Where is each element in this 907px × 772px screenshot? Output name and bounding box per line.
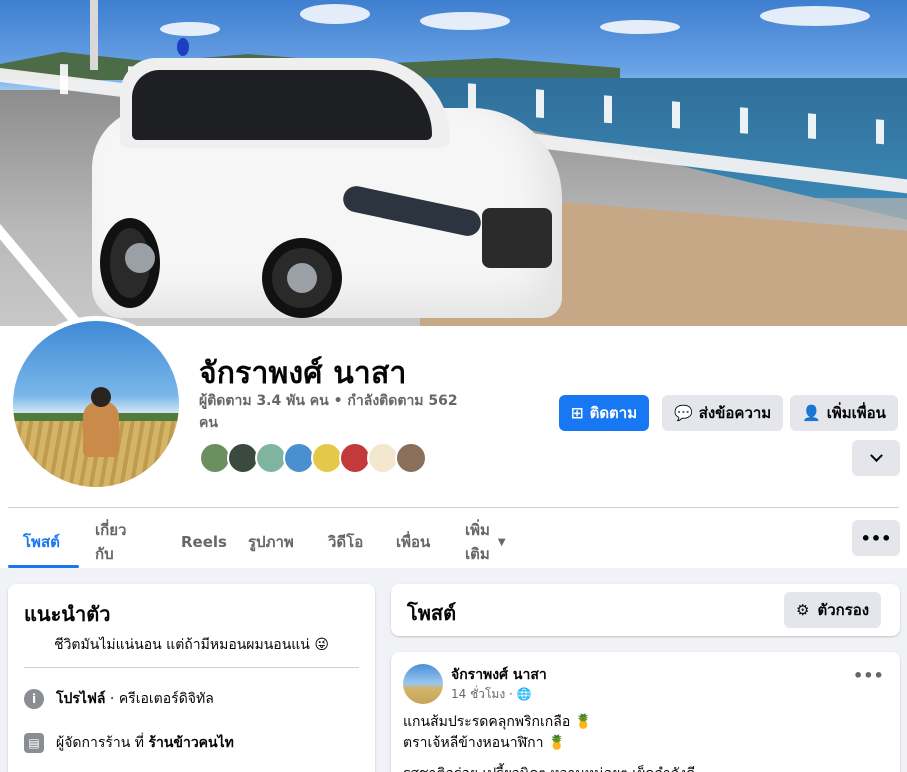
tab-friends[interactable]: เพื่อน [396,516,430,568]
messenger-icon: 💬 [674,404,693,422]
tab-videos[interactable]: วิดีโอ [328,516,363,568]
tab-photos[interactable]: รูปภาพ [248,516,294,568]
post-text: แกนส้มประรดคลุกพริกเกลือ 🍍 ตราเจ้หลีข้าง… [403,712,888,772]
more-options-button[interactable]: ••• [852,520,900,556]
header-divider [8,507,899,508]
add-friend-icon: 👤 [802,404,821,422]
post-line: ตราเจ้หลีข้างหอนาฬิกา 🍍 [403,735,566,751]
filter-button[interactable]: ⚙ ตัวกรอง [784,592,882,628]
post-meta: 14 ชั่วโมง · 🌐 [451,687,532,701]
post-card: จักราพงศ์ นาสา 14 ชั่วโมง · 🌐 ••• แกนส้ม… [391,652,900,772]
active-tab-indicator [8,565,79,568]
ellipsis-icon: ••• [860,528,892,548]
sliders-icon: ⚙ [796,601,810,619]
posts-header-card: โพสต์ ⚙ ตัวกรอง [391,584,900,636]
post-line: แกนส้มประรดคลุกพริกเกลือ 🍍 [403,714,593,730]
friend-avatar[interactable] [395,442,427,474]
follow-button[interactable]: ⊞ ติดตาม [559,395,650,431]
post-time[interactable]: 14 ชั่วโมง [451,687,505,701]
ellipsis-icon: ••• [853,666,884,685]
globe-icon: 🌐 [516,687,532,701]
info-icon: i [24,689,44,709]
profile-stats[interactable]: ผู้ติดตาม 3.4 พัน คน • กำลังติดตาม 562 ค… [199,390,479,434]
cover-photo[interactable] [0,0,907,326]
post-author-avatar[interactable] [403,664,443,704]
follow-label: ติดตาม [589,404,638,422]
expand-button[interactable] [852,440,900,476]
post-line: รสชาติอร่อย เปรี้ยวนิดๆ หวานหน่อยๆ เผ็ดก… [403,764,888,772]
add-friend-button[interactable]: 👤 เพิ่มเพื่อน [790,395,898,431]
tab-more[interactable]: เพิ่มเติม ▼ [465,516,506,568]
profile-page: จักราพงศ์ นาสา ผู้ติดตาม 3.4 พัน คน • กำ… [0,0,907,772]
tab-posts[interactable]: โพสต์ [23,516,60,568]
caret-down-icon: ▼ [497,536,506,548]
message-label: ส่งข้อความ [698,404,772,422]
tab-about[interactable]: เกี่ยวกับ [95,516,126,568]
post-author-name[interactable]: จักราพงศ์ นาสา [451,664,547,686]
profile-header: จักราพงศ์ นาสา ผู้ติดตาม 3.4 พัน คน • กำ… [0,316,907,568]
workplace-link[interactable]: ร้านข้าวคนไท [148,735,233,751]
follow-plus-icon: ⊞ [571,404,584,422]
intro-divider [24,667,359,668]
profile-avatar[interactable] [8,316,184,492]
chevron-down-icon [869,448,883,462]
posts-title: โพสต์ [407,601,457,625]
intro-card: แนะนำตัว ชีวิตมันไม่แน่นอน แต่ถ้ามีหมอนผ… [8,584,375,772]
intro-bio: ชีวิตมันไม่แน่นอน แต่ถ้ามีหมอนผมนอนแน่ 😜 [54,637,329,653]
intro-title: แนะนำตัว [24,602,111,626]
intro-row-work: ▤ ผู้จัดการร้าน ที่ ร้านข้าวคนไท [24,732,234,754]
filter-label: ตัวกรอง [817,601,870,619]
intro-row-profile: i โปรไฟล์ · ครีเอเตอร์ดิจิทัล [24,688,214,710]
car-image [92,58,562,326]
briefcase-icon: ▤ [24,733,44,753]
add-friend-label: เพิ่มเพื่อน [826,404,886,422]
post-more-button[interactable]: ••• [853,666,884,685]
message-button[interactable]: 💬 ส่งข้อความ [662,395,784,431]
tab-reels[interactable]: Reels [181,516,227,568]
